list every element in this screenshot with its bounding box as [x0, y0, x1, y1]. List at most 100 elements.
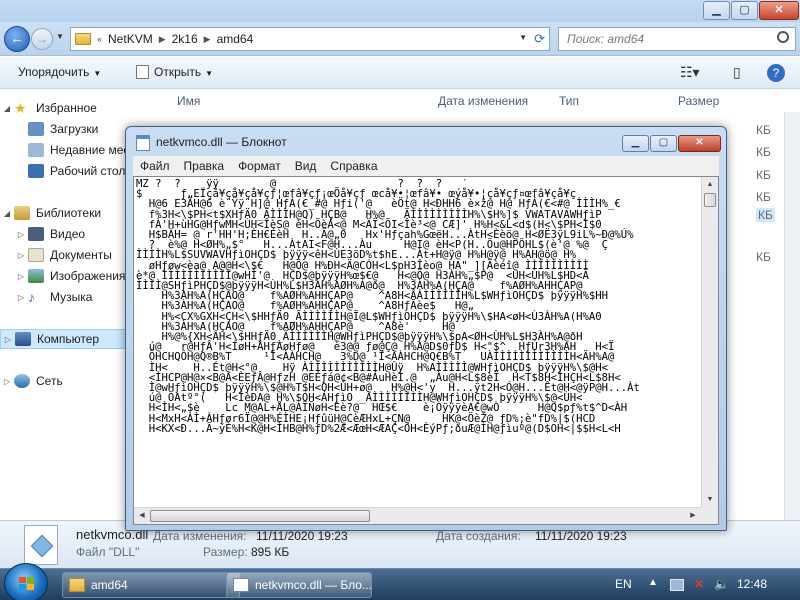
show-hidden-icons-icon[interactable]: ▲ — [648, 577, 658, 588]
close-button[interactable]: ✕ — [759, 1, 799, 20]
taskbar: amd64 netkvmco.dll — Бло... EN ▲ ✕ 🔈 12:… — [0, 563, 800, 600]
organize-label: Упорядочить — [18, 65, 90, 79]
sidebar-item-documents[interactable]: ▷ Документы — [14, 245, 112, 265]
sidebar-item-music[interactable]: ▷ ♪ Музыка — [14, 287, 93, 307]
sidebar-label: Сеть — [36, 374, 63, 388]
folder-icon — [69, 578, 85, 592]
action-center-icon[interactable] — [670, 579, 684, 591]
breadcrumb-item-amd64[interactable]: amd64 — [217, 32, 254, 46]
taskbar-item-explorer[interactable]: amd64 — [62, 572, 240, 598]
notepad-icon — [233, 578, 249, 592]
sidebar-item-network[interactable]: ▷ Сеть — [0, 371, 63, 391]
folder-icon — [75, 33, 91, 45]
network-error-icon[interactable]: ✕ — [694, 577, 704, 591]
open-label: Открыть — [154, 65, 202, 79]
help-icon[interactable]: ? — [767, 64, 785, 82]
search-input[interactable]: Поиск: amd64 — [558, 27, 796, 51]
scroll-thumb[interactable] — [150, 510, 370, 522]
column-header-type[interactable]: Тип — [559, 94, 579, 108]
notepad-minimize-button[interactable]: ▁ — [622, 135, 649, 152]
preview-pane-icon[interactable]: ▯ — [733, 64, 741, 81]
chevron-down-icon: ▼ — [205, 69, 214, 78]
network-icon — [14, 374, 30, 388]
notepad-text-area[interactable]: MZ ? ? ÿÿ @ ? ? ? ´ $ ƒ„ЕΪçå¥çå¥çå¥çƒ¦œfâ… — [133, 176, 719, 525]
language-indicator[interactable]: EN — [615, 577, 632, 591]
column-header-date[interactable]: Дата изменения — [438, 94, 528, 108]
address-field[interactable]: « NetKVM ▶ 2k16 ▶ amd64 ▼ ⟳ — [70, 27, 550, 51]
explorer-titlebar: ▁ ▢ ✕ — [0, 0, 800, 24]
notepad-vertical-scrollbar[interactable]: ▲ ▼ — [701, 177, 718, 508]
file-size-cell: КБ — [756, 123, 771, 137]
scroll-left-icon[interactable]: ◀ — [135, 509, 149, 523]
taskbar-item-notepad[interactable]: netkvmco.dll — Бло... — [226, 572, 372, 598]
computer-icon — [15, 332, 31, 346]
collapse-icon[interactable]: ◢ — [0, 209, 14, 218]
sidebar-label: Загрузки — [50, 122, 99, 136]
sidebar-label: Библиотеки — [36, 206, 102, 220]
taskbar-item-label: netkvmco.dll — Бло... — [255, 578, 372, 592]
clock[interactable]: 12:48 — [737, 577, 767, 591]
column-headers: Имя Дата изменения Тип Размер — [130, 90, 800, 112]
address-bar-area: ← → ▼ « NetKVM ▶ 2k16 ▶ amd64 ▼ ⟳ Поиск:… — [0, 22, 800, 56]
column-header-name[interactable]: Имя — [177, 94, 200, 108]
notepad-content: MZ ? ? ÿÿ @ ? ? ? ´ $ ƒ„ЕΪçå¥çå¥çå¥çƒ¦œfâ… — [136, 179, 702, 507]
expand-icon[interactable]: ▷ — [14, 272, 28, 281]
downloads-icon — [28, 122, 44, 136]
resize-grip[interactable] — [701, 507, 718, 524]
notepad-menubar: Файл Правка Формат Вид Справка — [133, 156, 719, 176]
file-size-cell: КБ — [756, 145, 771, 159]
sidebar-item-desktop[interactable]: Рабочий стол — [28, 161, 125, 181]
file-list-scrollbar[interactable] — [784, 112, 800, 520]
organize-button[interactable]: Упорядочить ▼ — [18, 65, 101, 79]
expand-icon[interactable]: ▷ — [14, 293, 28, 302]
notepad-horizontal-scrollbar[interactable]: ◀ ▶ — [134, 507, 701, 524]
expand-icon[interactable]: ▷ — [14, 251, 28, 260]
search-icon — [777, 31, 789, 43]
breadcrumb-overflow-icon[interactable]: « — [97, 34, 102, 44]
collapse-icon[interactable]: ◢ — [0, 104, 14, 113]
sidebar-item-libraries[interactable]: ◢ Библиотеки — [0, 203, 101, 223]
menu-view[interactable]: Вид — [288, 159, 324, 173]
volume-icon[interactable]: 🔈 — [714, 577, 729, 591]
chevron-right-icon[interactable]: ▶ — [204, 34, 211, 45]
notepad-close-button[interactable]: ✕ — [678, 135, 721, 152]
history-dropdown-icon[interactable]: ▼ — [56, 32, 66, 44]
expand-icon[interactable]: ▷ — [0, 377, 14, 386]
menu-format[interactable]: Формат — [231, 159, 288, 173]
navigation-pane: ◢ ★ Избранное Загрузки Недавние места Ра… — [0, 90, 141, 520]
start-button[interactable] — [4, 563, 48, 600]
notepad-window: netkvmco.dll — Блокнот ▁ ▢ ✕ Файл Правка… — [125, 126, 727, 531]
breadcrumb-item-netkvm[interactable]: NetKVM — [108, 32, 153, 46]
sidebar-item-favorites[interactable]: ◢ ★ Избранное — [0, 98, 97, 118]
expand-icon[interactable]: ▷ — [1, 335, 15, 344]
back-button[interactable]: ← — [4, 26, 30, 52]
refresh-icon[interactable]: ⟳ — [534, 31, 545, 47]
chevron-right-icon[interactable]: ▶ — [159, 34, 166, 45]
column-header-size[interactable]: Размер — [678, 94, 719, 108]
chevron-down-icon: ▼ — [93, 69, 102, 78]
scroll-up-icon[interactable]: ▲ — [703, 178, 717, 192]
menu-file[interactable]: Файл — [133, 159, 177, 173]
notepad-maximize-button[interactable]: ▢ — [650, 135, 677, 152]
expand-icon[interactable]: ▷ — [14, 230, 28, 239]
sidebar-item-computer[interactable]: ▷ Компьютер — [0, 329, 130, 349]
open-button[interactable]: Открыть ▼ — [136, 65, 213, 79]
menu-help[interactable]: Справка — [323, 159, 384, 173]
sidebar-label: Рабочий стол — [50, 164, 126, 178]
sidebar-label: Видео — [50, 227, 86, 241]
address-dropdown-icon[interactable]: ▼ — [519, 33, 527, 42]
scroll-thumb[interactable] — [704, 193, 716, 207]
maximize-button[interactable]: ▢ — [731, 1, 758, 20]
sidebar-item-images[interactable]: ▷ Изображения — [14, 266, 125, 286]
view-options-icon[interactable]: ☷▾ — [680, 64, 700, 81]
scroll-down-icon[interactable]: ▼ — [703, 493, 717, 507]
breadcrumb-item-2k16[interactable]: 2k16 — [172, 32, 198, 46]
sidebar-item-video[interactable]: ▷ Видео — [14, 224, 85, 244]
scroll-right-icon[interactable]: ▶ — [686, 509, 700, 523]
sidebar-item-downloads[interactable]: Загрузки — [28, 119, 98, 139]
minimize-button[interactable]: ▁ — [703, 1, 730, 20]
details-created-value: 11/11/2020 19:23 — [535, 529, 627, 543]
forward-button[interactable]: → — [31, 28, 53, 50]
star-icon: ★ — [14, 100, 27, 116]
menu-edit[interactable]: Правка — [177, 159, 232, 173]
